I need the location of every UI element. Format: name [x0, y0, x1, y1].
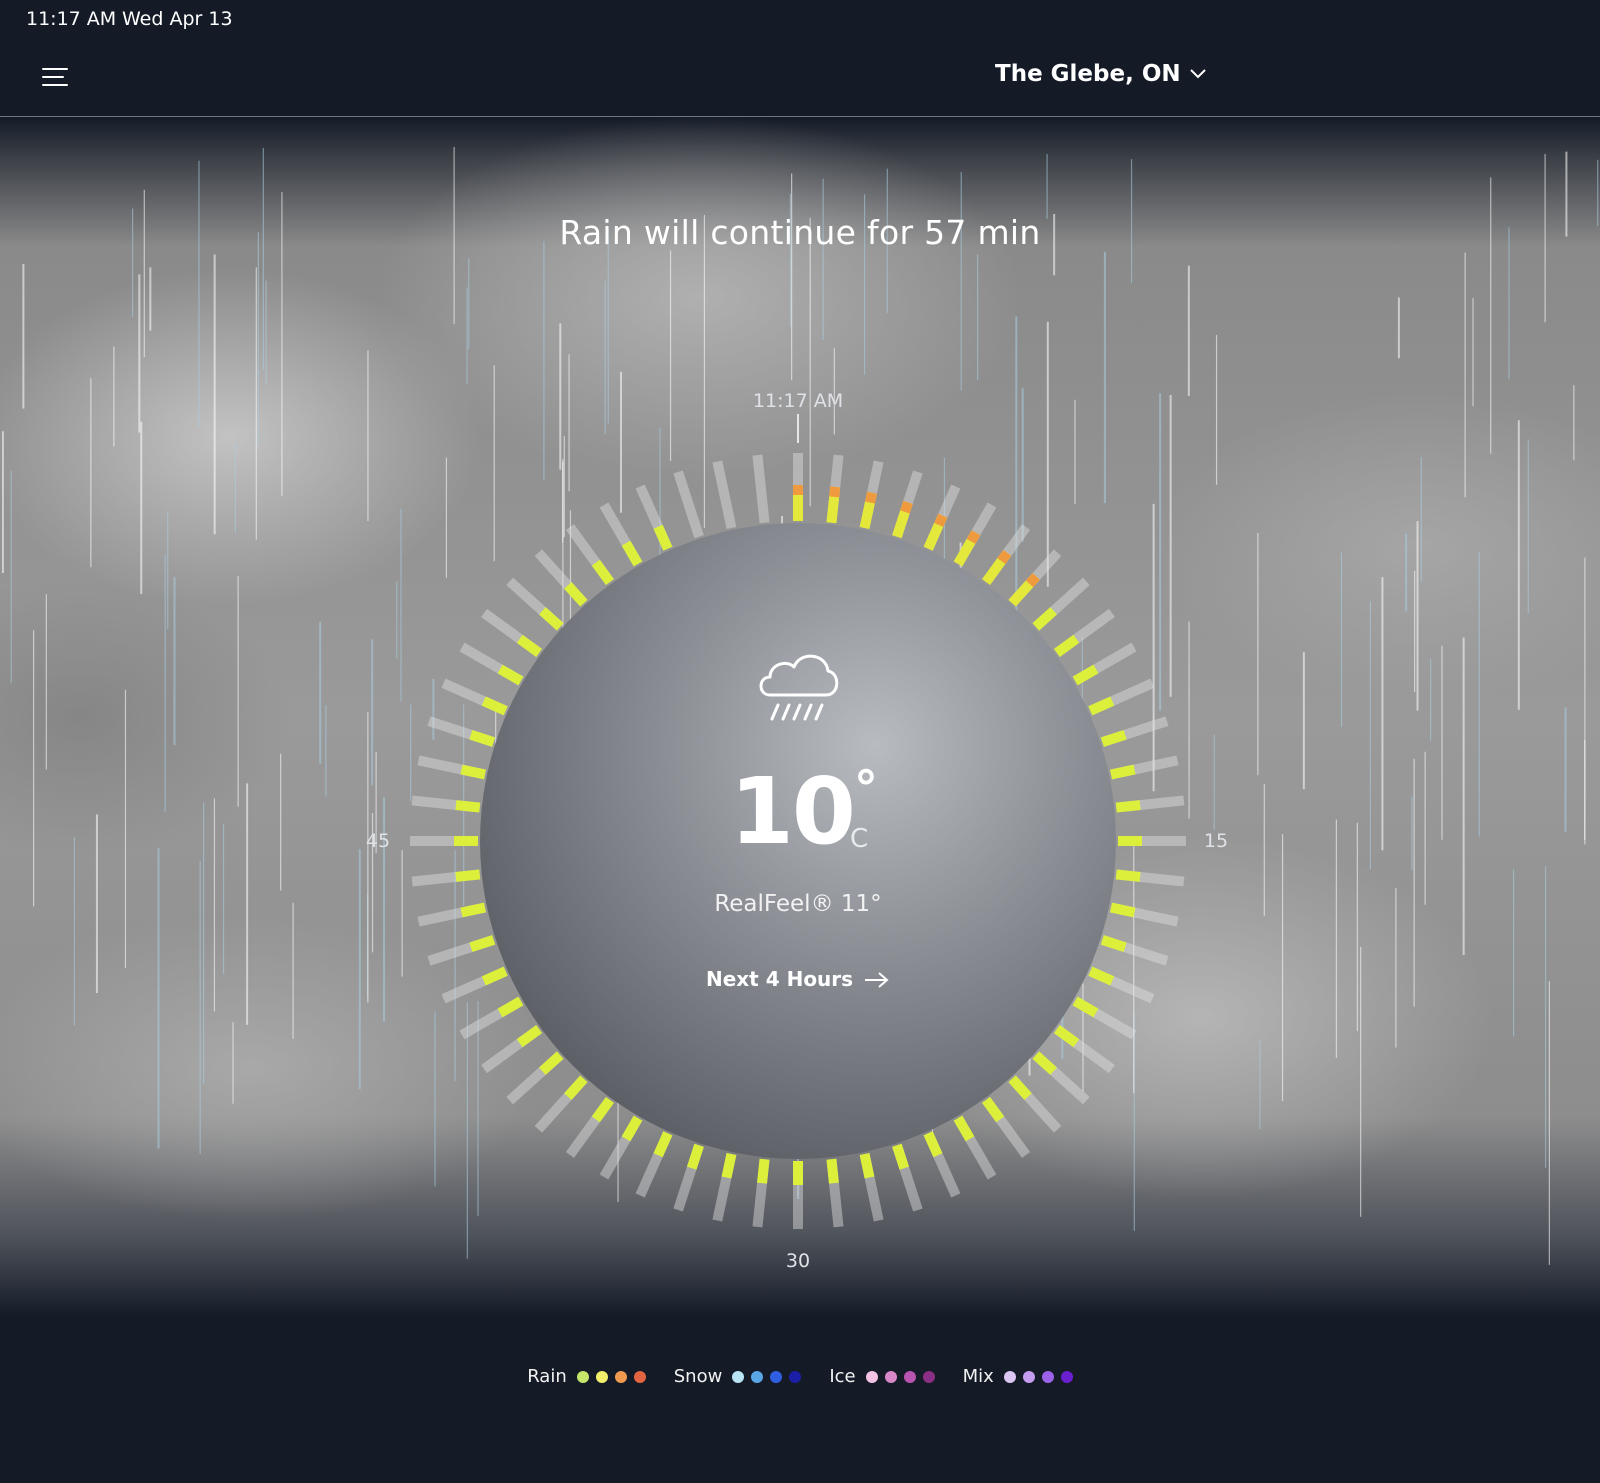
temperature-value: 10: [729, 758, 856, 865]
weather-scene: Rain will continue for 57 min 11:17 AM 1…: [0, 117, 1600, 1337]
legend-mix: Mix: [963, 1366, 1073, 1387]
status-bar: 11:17 AM Wed Apr 13: [0, 0, 1600, 40]
precip-legend: Rain Snow Ice Mix: [0, 1366, 1600, 1387]
legend-dot: [789, 1370, 802, 1383]
legend-dot: [576, 1370, 589, 1383]
degree-symbol: °: [853, 761, 878, 817]
arrow-right-icon: [865, 972, 889, 988]
temperature: 10° C: [480, 761, 1116, 881]
current-conditions: 10° C RealFeel® 11° Next 4 Hours: [480, 523, 1116, 1159]
legend-dot: [903, 1370, 916, 1383]
location-selector[interactable]: The Glebe, ON: [995, 61, 1207, 87]
hamburger-menu-icon[interactable]: [40, 64, 70, 92]
label-15-min: 15: [1204, 830, 1228, 852]
legend-snow: Snow: [674, 1366, 802, 1387]
rain-intensity-bar: [455, 800, 481, 813]
status-time: 11:17 AM: [26, 8, 117, 30]
rain-intensity-peak: [829, 486, 841, 498]
legend-label: Mix: [962, 1366, 994, 1387]
rain-intensity-bar: [826, 1158, 839, 1184]
legend-label: Rain: [527, 1366, 567, 1387]
minute-tick: [712, 460, 737, 530]
legend-dot: [595, 1370, 608, 1383]
legend-dot: [884, 1370, 897, 1383]
legend-ice: Ice: [829, 1366, 935, 1387]
legend-dot: [732, 1370, 745, 1383]
current-time-label: 11:17 AM: [753, 390, 843, 412]
rain-intensity-bar: [455, 869, 481, 882]
legend-rain: Rain: [527, 1366, 646, 1387]
legend-label: Ice: [829, 1366, 856, 1387]
next-4-hours-link[interactable]: Next 4 Hours: [480, 967, 1116, 991]
label-30-min: 30: [786, 1250, 810, 1272]
rain-intensity-peak: [900, 500, 913, 514]
rain-intensity-bar: [1115, 800, 1141, 813]
legend-dot: [1022, 1370, 1035, 1383]
location-name: The Glebe, ON: [995, 61, 1181, 87]
cloud-rain-icon: [759, 654, 839, 721]
rain-intensity-peak: [865, 491, 877, 504]
legend-label: Snow: [673, 1366, 723, 1387]
legend-dot: [751, 1370, 764, 1383]
rain-intensity-bar: [757, 1158, 770, 1184]
status-date: Wed Apr 13: [122, 8, 233, 30]
header: The Glebe, ON: [0, 40, 1600, 117]
label-45-min: 45: [366, 830, 390, 852]
legend-dot: [1041, 1370, 1054, 1383]
temperature-unit: C: [849, 824, 868, 854]
legend-dot: [1003, 1370, 1016, 1383]
legend-dot: [770, 1370, 783, 1383]
legend-dot: [614, 1370, 627, 1383]
legend-dot: [865, 1370, 878, 1383]
next-4-hours-label: Next 4 Hours: [705, 967, 854, 991]
realfeel: RealFeel® 11°: [714, 891, 882, 917]
legend-dot: [1060, 1370, 1073, 1383]
legend-dot: [633, 1370, 646, 1383]
legend-dot: [922, 1370, 935, 1383]
rain-intensity-bar: [1115, 869, 1141, 882]
minute-tick: [752, 454, 770, 524]
chevron-down-icon: [1189, 69, 1206, 79]
